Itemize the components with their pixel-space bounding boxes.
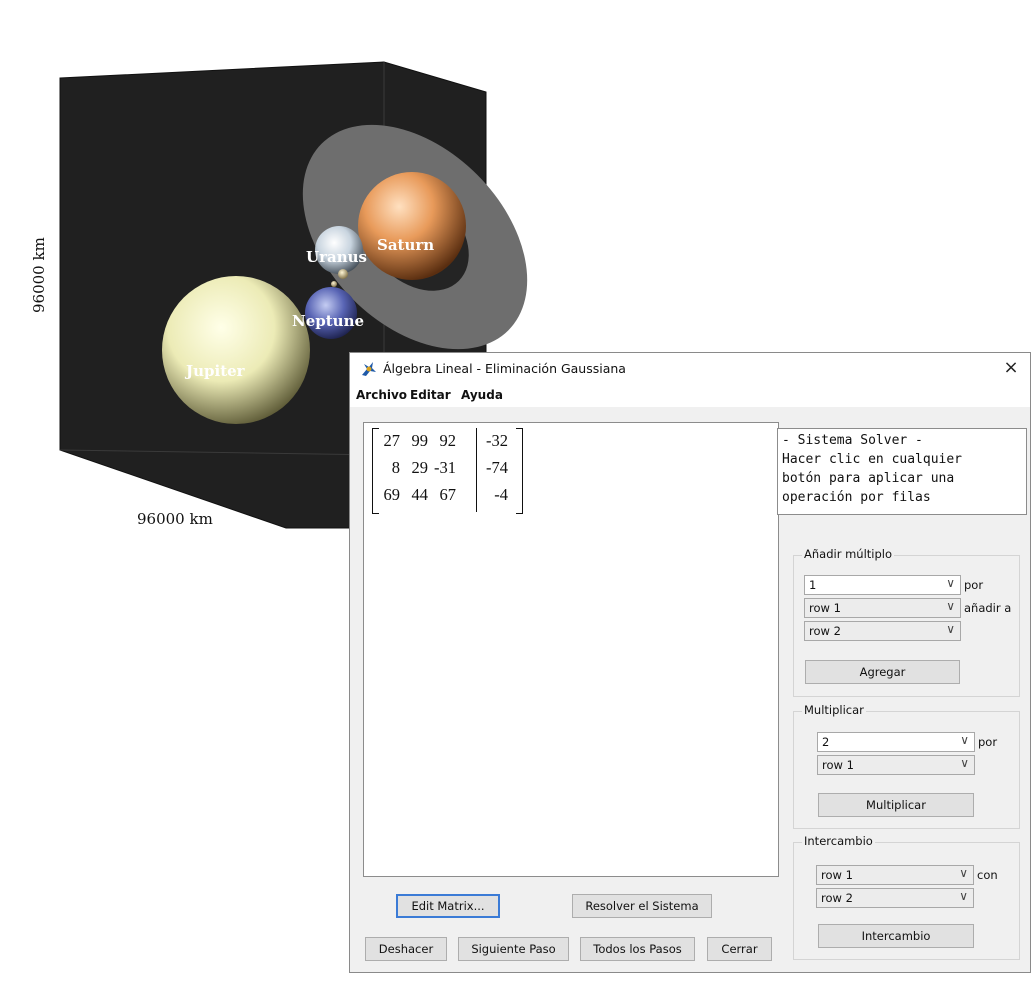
por-label: por (964, 578, 984, 592)
matrix-cell: 27 (383, 431, 401, 450)
matrix-cell: 69 (383, 485, 401, 504)
matrix-cell: -4 (494, 485, 508, 504)
app-icon (362, 362, 376, 376)
solver-info-text: - Sistema Solver - Hacer clic en cualqui… (777, 428, 1027, 515)
augmented-matrix: 27 99 92 -32 8 29 -31 -74 69 44 67 -4 (372, 427, 532, 517)
multiplicar-button[interactable]: Multiplicar (818, 793, 974, 817)
menu-editar[interactable]: Editar (410, 388, 451, 402)
close-icon[interactable]: × (1000, 357, 1022, 379)
swap-title: Intercambio (802, 834, 875, 848)
add-multiple-title: Añadir múltiplo (802, 547, 895, 561)
intercambio-button[interactable]: Intercambio (818, 924, 974, 948)
multiply-group: Multiplicar 2 ∨ por row 1 ∨ Multiplicar (793, 703, 1020, 829)
edit-matrix-button[interactable]: Edit Matrix... (396, 894, 500, 918)
multiply-row-value: row 1 (822, 758, 854, 772)
matrix-cell: -32 (486, 431, 508, 450)
jupiter-sphere (162, 276, 310, 424)
add-multiple-factor-select[interactable]: 1 ∨ (804, 575, 961, 595)
agregar-button[interactable]: Agregar (805, 660, 960, 684)
horizontal-axis-label: 96000 km (137, 510, 213, 528)
add-multiple-target-row-select[interactable]: row 2 ∨ (804, 621, 961, 641)
multiply-title: Multiplicar (802, 703, 866, 717)
neptune-label: Neptune (292, 312, 365, 330)
matrix-cell: 92 (439, 431, 457, 450)
chevron-down-icon: ∨ (960, 733, 969, 747)
add-multiple-target-row-value: row 2 (809, 624, 841, 638)
title-bar[interactable]: Álgebra Lineal - Eliminación Gaussiana × (350, 353, 1030, 385)
undo-button[interactable]: Deshacer (365, 937, 447, 961)
chevron-down-icon: ∨ (959, 866, 968, 880)
swap-group: Intercambio row 1 ∨ con row 2 ∨ Intercam… (793, 834, 1020, 960)
con-label: con (977, 868, 998, 882)
matrix-right-bracket (516, 428, 523, 514)
uranus-label: Uranus (306, 248, 367, 266)
add-multiple-factor-value: 1 (809, 578, 817, 592)
matrix-cell: 67 (439, 485, 457, 504)
matrix-cell: -31 (434, 458, 456, 477)
swap-row-b-value: row 2 (821, 891, 853, 905)
chevron-down-icon: ∨ (946, 576, 955, 590)
chevron-down-icon: ∨ (960, 756, 969, 770)
swap-row-a-value: row 1 (821, 868, 853, 882)
matrix-cell: 29 (411, 458, 429, 477)
matrix-cell: 99 (411, 431, 429, 450)
por-label: por (978, 735, 998, 749)
vertical-axis-label: 96000 km (30, 237, 48, 313)
solve-system-button[interactable]: Resolver el Sistema (572, 894, 712, 918)
all-steps-button[interactable]: Todos los Pasos (580, 937, 695, 961)
chevron-down-icon: ∨ (946, 599, 955, 613)
menu-bar: Archivo Editar Ayuda (350, 385, 1030, 407)
swap-row-b-select[interactable]: row 2 ∨ (816, 888, 974, 908)
add-multiple-group: Añadir múltiplo 1 ∨ por row 1 ∨ añadir a… (793, 547, 1020, 697)
saturn-label: Saturn (377, 236, 435, 254)
multiply-row-select[interactable]: row 1 ∨ (817, 755, 975, 775)
multiply-factor-select[interactable]: 2 ∨ (817, 732, 975, 752)
matrix-cell: 44 (411, 485, 429, 504)
swap-row-a-select[interactable]: row 1 ∨ (816, 865, 974, 885)
matrix-cell: 8 (391, 458, 400, 477)
menu-archivo[interactable]: Archivo (356, 388, 407, 402)
saturn-sphere (358, 172, 466, 280)
jupiter-label: Jupiter (186, 362, 245, 380)
next-step-button[interactable]: Siguiente Paso (458, 937, 569, 961)
window-title: Álgebra Lineal - Eliminación Gaussiana (383, 361, 626, 376)
multiply-factor-value: 2 (822, 735, 830, 749)
gaussian-elimination-dialog: Álgebra Lineal - Eliminación Gaussiana ×… (349, 352, 1031, 973)
matrix-panel: 27 99 92 -32 8 29 -31 -74 69 44 67 -4 (363, 422, 779, 877)
add-multiple-source-row-select[interactable]: row 1 ∨ (804, 598, 961, 618)
chevron-down-icon: ∨ (946, 622, 955, 636)
add-multiple-source-row-value: row 1 (809, 601, 841, 615)
chevron-down-icon: ∨ (959, 889, 968, 903)
matrix-cell: -74 (486, 458, 508, 477)
close-button[interactable]: Cerrar (707, 937, 772, 961)
add-to-label: añadir a (964, 601, 1012, 615)
menu-ayuda[interactable]: Ayuda (461, 388, 503, 402)
